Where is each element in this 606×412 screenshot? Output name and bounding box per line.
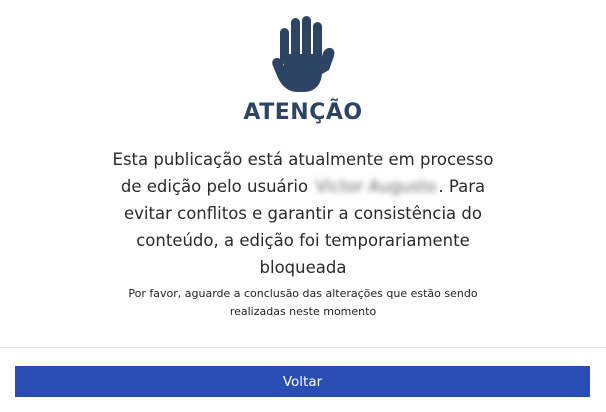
edit-lock-dialog: ATENÇÃO Esta publicação está atualmente … xyxy=(0,0,606,412)
back-button[interactable]: Voltar xyxy=(15,366,590,397)
raised-hand-icon xyxy=(271,14,335,94)
dialog-title: ATENÇÃO xyxy=(243,100,363,125)
editing-username: Victor Augusto xyxy=(315,177,437,196)
footer-divider xyxy=(0,347,606,348)
dialog-message: Esta publicação está atualmente em proce… xyxy=(100,146,506,281)
dialog-note: Por favor, aguarde a conclusão das alter… xyxy=(128,287,478,318)
